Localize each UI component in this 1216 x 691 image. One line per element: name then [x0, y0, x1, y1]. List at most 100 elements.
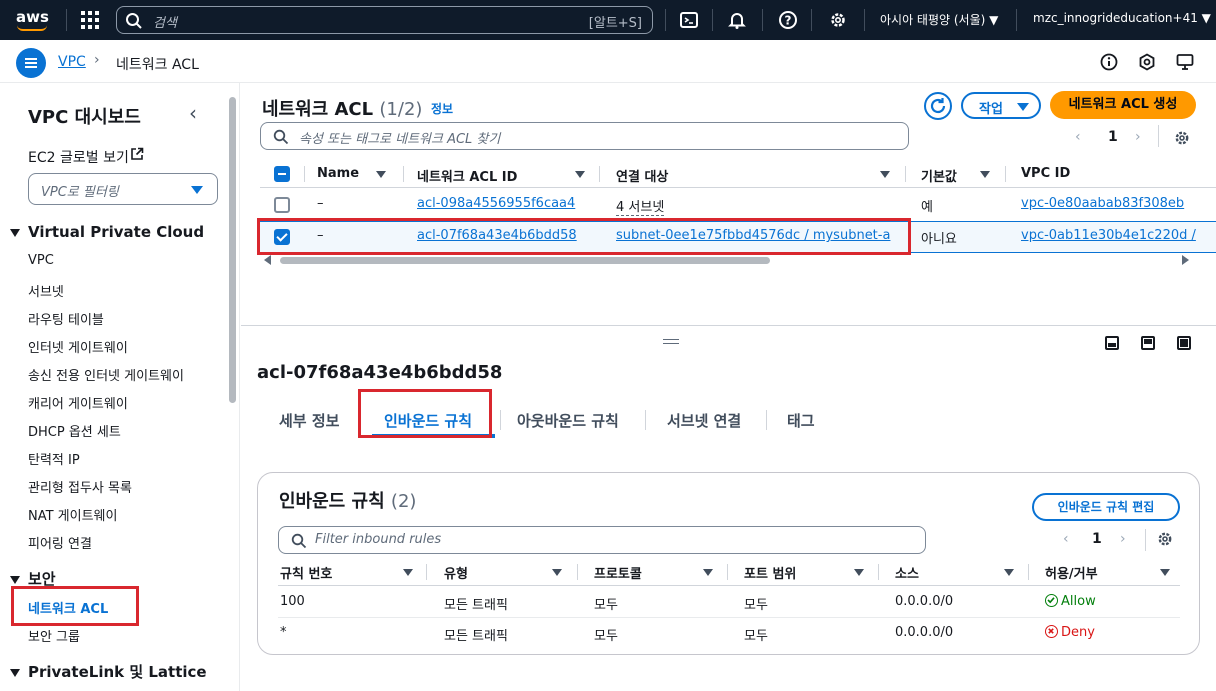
refresh-button[interactable] [924, 92, 952, 120]
row-vpc-link[interactable]: vpc-0ab11e30b4e1c220d / [1021, 228, 1216, 243]
highlight-box [358, 389, 492, 438]
aws-logo[interactable]: aws [16, 8, 50, 32]
edit-inbound-rules-button[interactable]: 인바운드 규칙 편집 [1032, 493, 1180, 521]
horizontal-scrollbar[interactable] [260, 254, 1200, 266]
current-page[interactable]: 1 [1108, 129, 1118, 145]
view-bottom-icon[interactable] [1105, 336, 1119, 350]
acl-search-input[interactable]: 속성 또는 태그로 네트워크 ACL 찾기 [260, 122, 909, 150]
prev-page-icon[interactable]: ‹ [1075, 129, 1081, 145]
current-page[interactable]: 1 [1092, 531, 1102, 547]
split-divider[interactable] [241, 325, 1216, 326]
tab-outbound-rules[interactable]: 아웃바운드 규칙 [517, 410, 619, 431]
col-acl-id[interactable]: 네트워크 ACL ID [417, 166, 517, 185]
sort-icon[interactable] [854, 569, 864, 576]
feedback-icon[interactable] [1175, 52, 1195, 72]
sidebar-item-dhcp-options[interactable]: DHCP 옵션 세트 [28, 421, 121, 440]
tab-subnet-associations[interactable]: 서브넷 연결 [667, 410, 741, 431]
col-type[interactable]: 유형 [444, 563, 468, 582]
tab-details[interactable]: 세부 정보 [279, 410, 339, 431]
row-acl-id-link[interactable]: acl-098a4556955f6caa4 [417, 196, 575, 211]
hexagon-icon[interactable] [1137, 52, 1157, 72]
view-full-icon[interactable] [1177, 336, 1191, 350]
prev-page-icon[interactable]: ‹ [1063, 531, 1069, 547]
col-protocol[interactable]: 프로토콜 [594, 563, 642, 582]
sidebar-item-vpc[interactable]: VPC [28, 253, 54, 268]
help-icon[interactable]: ? [778, 10, 798, 30]
section-vpc-label: Virtual Private Cloud [28, 223, 205, 241]
account-menu[interactable]: mzc_innogrideducation+41 ▼ [1033, 11, 1211, 25]
sidebar-item-internet-gateways[interactable]: 인터넷 게이트웨이 [28, 337, 128, 356]
rule-source: 0.0.0.0/0 [895, 594, 954, 609]
sidebar-item-elastic-ip[interactable]: 탄력적 IP [28, 449, 80, 468]
section-privatelink[interactable]: PrivateLink 및 Lattice [10, 661, 207, 682]
section-vpc[interactable]: Virtual Private Cloud [10, 223, 204, 241]
inbound-rules-filter-input[interactable]: Filter inbound rules [278, 526, 926, 554]
ec2-global-view-link[interactable]: EC2 글로벌 보기 [28, 147, 129, 167]
sort-icon[interactable] [575, 171, 585, 178]
info-icon[interactable] [1099, 52, 1119, 72]
col-name[interactable]: Name [317, 166, 359, 181]
sidebar-item-prefix-lists[interactable]: 관리형 접두사 목록 [28, 477, 132, 496]
sort-icon[interactable] [703, 569, 713, 576]
col-vpc-id[interactable]: VPC ID [1021, 166, 1070, 181]
scroll-thumb[interactable] [280, 257, 770, 264]
resize-handle-icon[interactable] [663, 339, 679, 344]
grid-icon[interactable] [81, 11, 99, 29]
sidebar-item-route-tables[interactable]: 라우팅 테이블 [28, 309, 104, 328]
sort-icon[interactable] [403, 569, 413, 576]
vpc-filter-select[interactable]: VPC로 필터링 [28, 173, 218, 205]
col-source[interactable]: 소스 [895, 563, 919, 582]
col-default[interactable]: 기본값 [921, 166, 957, 185]
actions-button[interactable]: 작업 [961, 92, 1041, 119]
region-selector[interactable]: 아시아 태평양 (서울) ▼ [880, 11, 998, 28]
preferences-gear-icon[interactable] [1173, 129, 1191, 147]
next-page-icon[interactable]: › [1135, 129, 1141, 145]
aws-logo-text: aws [16, 8, 49, 26]
view-side-icon[interactable] [1141, 336, 1155, 350]
row-association[interactable]: 4 서브넷 [616, 196, 665, 216]
sidebar-item-security-groups[interactable]: 보안 그룹 [28, 626, 80, 645]
global-search-input[interactable]: 검색 [알트+S] [116, 6, 653, 34]
sort-icon[interactable] [980, 171, 990, 178]
sort-icon[interactable] [552, 569, 562, 576]
col-allow-deny[interactable]: 허용/거부 [1045, 563, 1098, 582]
sidebar-item-carrier-gateways[interactable]: 캐리어 게이트웨이 [28, 393, 128, 412]
svg-text:?: ? [785, 14, 792, 28]
col-port-range[interactable]: 포트 범위 [744, 563, 796, 582]
card-title-text: 인바운드 규칙 [279, 491, 385, 512]
next-page-icon[interactable]: › [1120, 531, 1126, 547]
col-association[interactable]: 연결 대상 [616, 166, 668, 185]
sort-icon[interactable] [880, 171, 890, 178]
sidebar-item-peering[interactable]: 피어링 연결 [28, 533, 92, 552]
menu-button[interactable] [16, 48, 46, 78]
page-title: 네트워크 ACL (1/2) [262, 95, 422, 121]
info-link[interactable]: 정보 [431, 100, 453, 117]
search-icon [126, 13, 142, 29]
sidebar-item-nat-gateways[interactable]: NAT 게이트웨이 [28, 505, 117, 524]
rule-protocol: 모두 [594, 629, 618, 644]
rule-source: 0.0.0.0/0 [895, 625, 954, 640]
gear-icon[interactable] [828, 10, 848, 30]
sort-icon[interactable] [376, 171, 386, 178]
sidebar-item-egress-gateways[interactable]: 송신 전용 인터넷 게이트웨이 [28, 365, 184, 384]
cloudshell-icon[interactable] [679, 10, 699, 30]
close-sidebar-icon[interactable]: ‹ [189, 101, 197, 125]
bell-icon[interactable] [727, 10, 747, 30]
breadcrumb-vpc-link[interactable]: VPC [58, 54, 86, 70]
tab-tags[interactable]: 태그 [787, 410, 815, 431]
preferences-gear-icon[interactable] [1156, 530, 1174, 548]
rules-table-header: 규칙 번호 유형 프로토콜 포트 범위 소스 허용/거부 [278, 559, 1180, 586]
external-link-icon [131, 147, 144, 160]
sidebar-item-subnets[interactable]: 서브넷 [28, 281, 64, 300]
table-row[interactable]: – acl-098a4556955f6caa4 4 서브넷 예 vpc-0e80… [260, 189, 1216, 221]
sidebar-scrollbar[interactable] [229, 97, 236, 403]
select-all-checkbox[interactable] [274, 166, 290, 182]
sort-icon[interactable] [1004, 569, 1014, 576]
row-checkbox[interactable] [274, 197, 290, 213]
sidebar-title[interactable]: VPC 대시보드 [28, 103, 141, 129]
breadcrumb-bar: VPC › 네트워크 ACL [0, 40, 1216, 83]
row-vpc-link[interactable]: vpc-0e80aabab83f308eb [1021, 196, 1184, 211]
create-network-acl-button[interactable]: 네트워크 ACL 생성 [1050, 91, 1196, 119]
col-rule-number[interactable]: 규칙 번호 [280, 563, 332, 582]
sort-icon[interactable] [1160, 569, 1170, 576]
